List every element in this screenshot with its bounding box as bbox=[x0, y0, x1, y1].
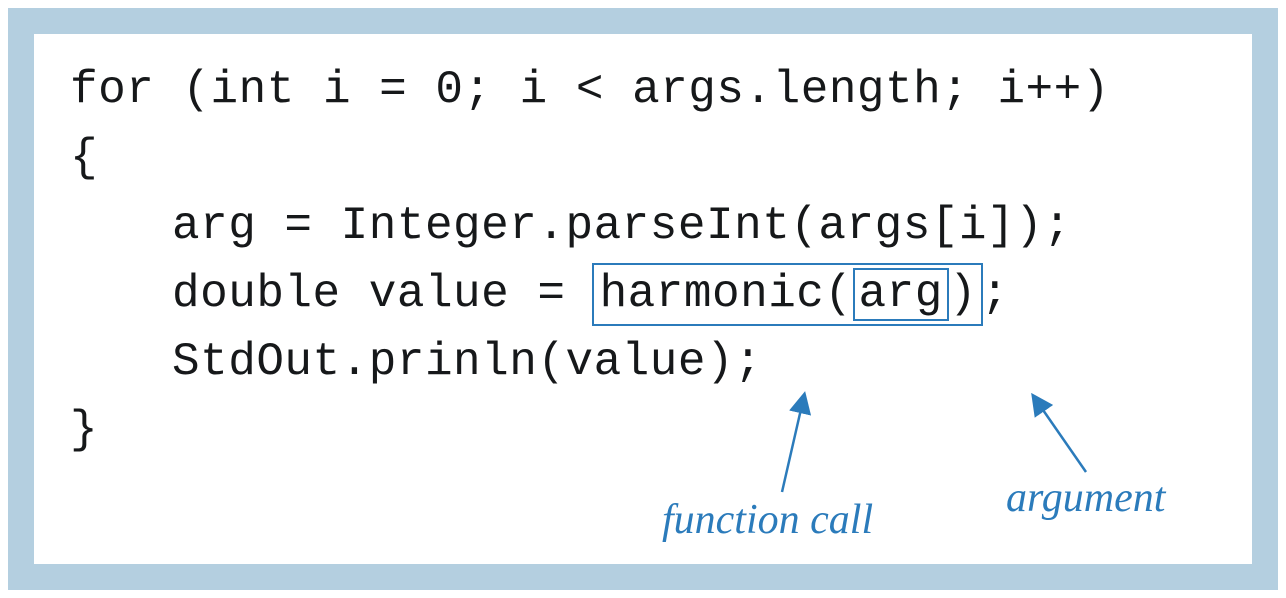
code-line-3: arg = Integer.parseInt(args[i]); bbox=[70, 192, 1216, 260]
code-line-4: double value = harmonic(arg); bbox=[70, 260, 1216, 328]
code-line4-post: ; bbox=[981, 268, 1009, 320]
outer-border: for (int i = 0; i < args.length; i++) { … bbox=[8, 8, 1278, 590]
code-line-5: StdOut.prinln(value); bbox=[70, 328, 1216, 396]
close-paren-text: ) bbox=[949, 268, 977, 320]
annotation-function-call: function call bbox=[662, 496, 873, 544]
code-panel: for (int i = 0; i < args.length; i++) { … bbox=[34, 34, 1252, 564]
annotation-argument: argument bbox=[1006, 474, 1165, 522]
code-line-6: } bbox=[70, 396, 1216, 464]
code-line4-pre: double value = bbox=[172, 268, 594, 320]
function-name-text: harmonic( bbox=[600, 268, 853, 320]
function-call-box: harmonic(arg) bbox=[592, 263, 983, 325]
argument-box: arg bbox=[853, 268, 949, 320]
code-line-1: for (int i = 0; i < args.length; i++) bbox=[70, 56, 1216, 124]
code-line-2: { bbox=[70, 124, 1216, 192]
